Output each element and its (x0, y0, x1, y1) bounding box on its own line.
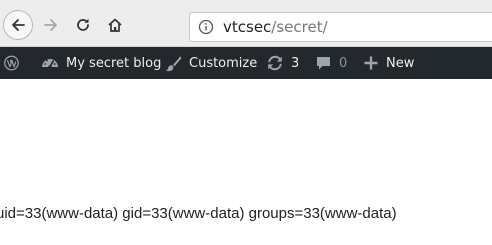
comment-bubble-icon (317, 56, 330, 69)
wordpress-logo-button[interactable] (4, 47, 26, 79)
home-icon (108, 18, 122, 32)
url-text: vtcsec/secret/ (223, 18, 328, 36)
updates-count: 3 (291, 55, 300, 71)
url-path: /secret/ (271, 18, 328, 36)
info-icon[interactable] (198, 19, 214, 35)
updates-icon (268, 55, 282, 71)
site-name-link[interactable]: My secret blog (41, 47, 161, 79)
dashboard-icon (42, 59, 58, 69)
forward-arrow-icon (44, 19, 57, 31)
forward-button[interactable] (40, 13, 62, 37)
customize-label: Customize (189, 55, 258, 71)
url-host: vtcsec (223, 18, 272, 36)
back-arrow-icon (12, 19, 25, 31)
new-content-link[interactable]: New (363, 47, 414, 79)
reload-button[interactable] (72, 13, 94, 37)
wordpress-logo-icon (4, 55, 19, 71)
reload-icon (77, 18, 89, 31)
paintbrush-icon (165, 55, 182, 71)
updates-link[interactable]: 3 (266, 47, 299, 79)
address-bar[interactable]: vtcsec/secret/ (189, 12, 492, 42)
customize-link[interactable]: Customize (165, 47, 257, 79)
home-button[interactable] (104, 13, 126, 37)
command-output: uid=33(www-data) gid=33(www-data) groups… (0, 205, 397, 222)
new-label: New (386, 55, 415, 71)
comments-link[interactable]: 0 (315, 47, 347, 79)
back-button[interactable] (3, 10, 33, 40)
plus-icon (364, 56, 378, 70)
wp-admin-bar: My secret blog Customize 3 0 New (0, 47, 492, 79)
site-name-label: My secret blog (66, 55, 162, 71)
browser-toolbar: vtcsec/secret/ (0, 0, 492, 47)
comments-count: 0 (339, 55, 348, 71)
